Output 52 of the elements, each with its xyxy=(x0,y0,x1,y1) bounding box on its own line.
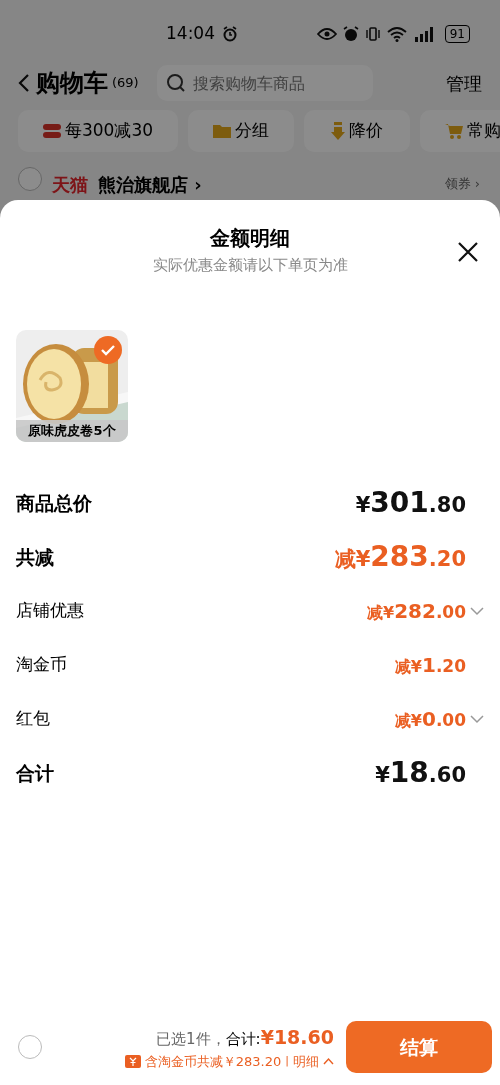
total-price: ¥18.60 xyxy=(260,1025,334,1050)
details-link[interactable]: 明细 xyxy=(293,1051,319,1071)
amount-label: 共减 xyxy=(16,544,54,570)
amount-label: 店铺优惠 xyxy=(16,599,84,623)
folder-icon xyxy=(213,124,231,138)
discount-text: 含淘金币共减￥283.20 xyxy=(144,1052,282,1071)
battery-indicator: 91 xyxy=(444,25,470,43)
select-all-radio[interactable] xyxy=(18,1035,42,1059)
filter-chip[interactable]: 分组 xyxy=(188,110,294,152)
select-radio[interactable] xyxy=(18,167,42,191)
amount-label: 淘金币 xyxy=(16,653,67,677)
vibrate-icon xyxy=(364,26,381,42)
product-card[interactable]: 原味虎皮卷5个 xyxy=(16,330,128,442)
amount-value: ¥18.60 xyxy=(375,755,466,791)
amount-value: 减¥1.20 xyxy=(394,652,466,679)
caret-up-icon[interactable] xyxy=(323,1057,334,1066)
close-button[interactable] xyxy=(456,240,480,264)
amount-label: 红包 xyxy=(16,707,50,731)
coupon-icon xyxy=(42,124,61,138)
sheet-subtitle: 实际优惠金额请以下单页为准 xyxy=(152,255,348,276)
arrow-down-icon xyxy=(331,122,345,140)
total-label: 合计: xyxy=(225,1029,261,1050)
eye-icon xyxy=(316,28,337,40)
chevron-down-icon[interactable] xyxy=(470,714,484,724)
store-name[interactable]: 熊治旗舰店 › xyxy=(98,170,202,198)
amount-value: 减¥282.00 xyxy=(367,598,466,625)
coupon-icon xyxy=(124,1054,141,1068)
search-field[interactable]: 搜索购物车商品 xyxy=(156,65,373,101)
status-time: 14:04 xyxy=(166,22,215,46)
amount-label: 合计 xyxy=(16,760,54,786)
amount-label: 商品总价 xyxy=(16,490,92,516)
cart-icon xyxy=(445,122,463,140)
cart-count: (69) xyxy=(112,74,139,93)
search-icon xyxy=(165,73,186,93)
store-tag-label: 天猫 xyxy=(52,172,88,197)
selected-count: 已选1件， xyxy=(156,1029,226,1050)
manage-link[interactable]: 管理 xyxy=(446,69,482,97)
filter-chip[interactable]: 常购 xyxy=(420,110,500,152)
filter-chip[interactable]: 降价 xyxy=(304,110,410,152)
amount-value: 减¥0.00 xyxy=(394,706,466,733)
sheet-title: 金额明细 xyxy=(210,225,290,252)
amount-value: ¥301.80 xyxy=(355,485,466,521)
chevron-down-icon[interactable] xyxy=(470,606,484,616)
signal-icon xyxy=(412,26,433,42)
back-icon[interactable] xyxy=(18,73,30,93)
filter-chip[interactable]: 每300减30 xyxy=(18,110,178,152)
coupon-link[interactable]: 领券 › xyxy=(444,174,480,194)
separator-text: | xyxy=(285,1053,289,1069)
product-caption: 原味虎皮卷5个 xyxy=(28,422,116,441)
amount-value: 减¥283.20 xyxy=(334,539,466,575)
page-title: 购物车 xyxy=(36,68,108,99)
wifi-icon xyxy=(386,26,407,42)
